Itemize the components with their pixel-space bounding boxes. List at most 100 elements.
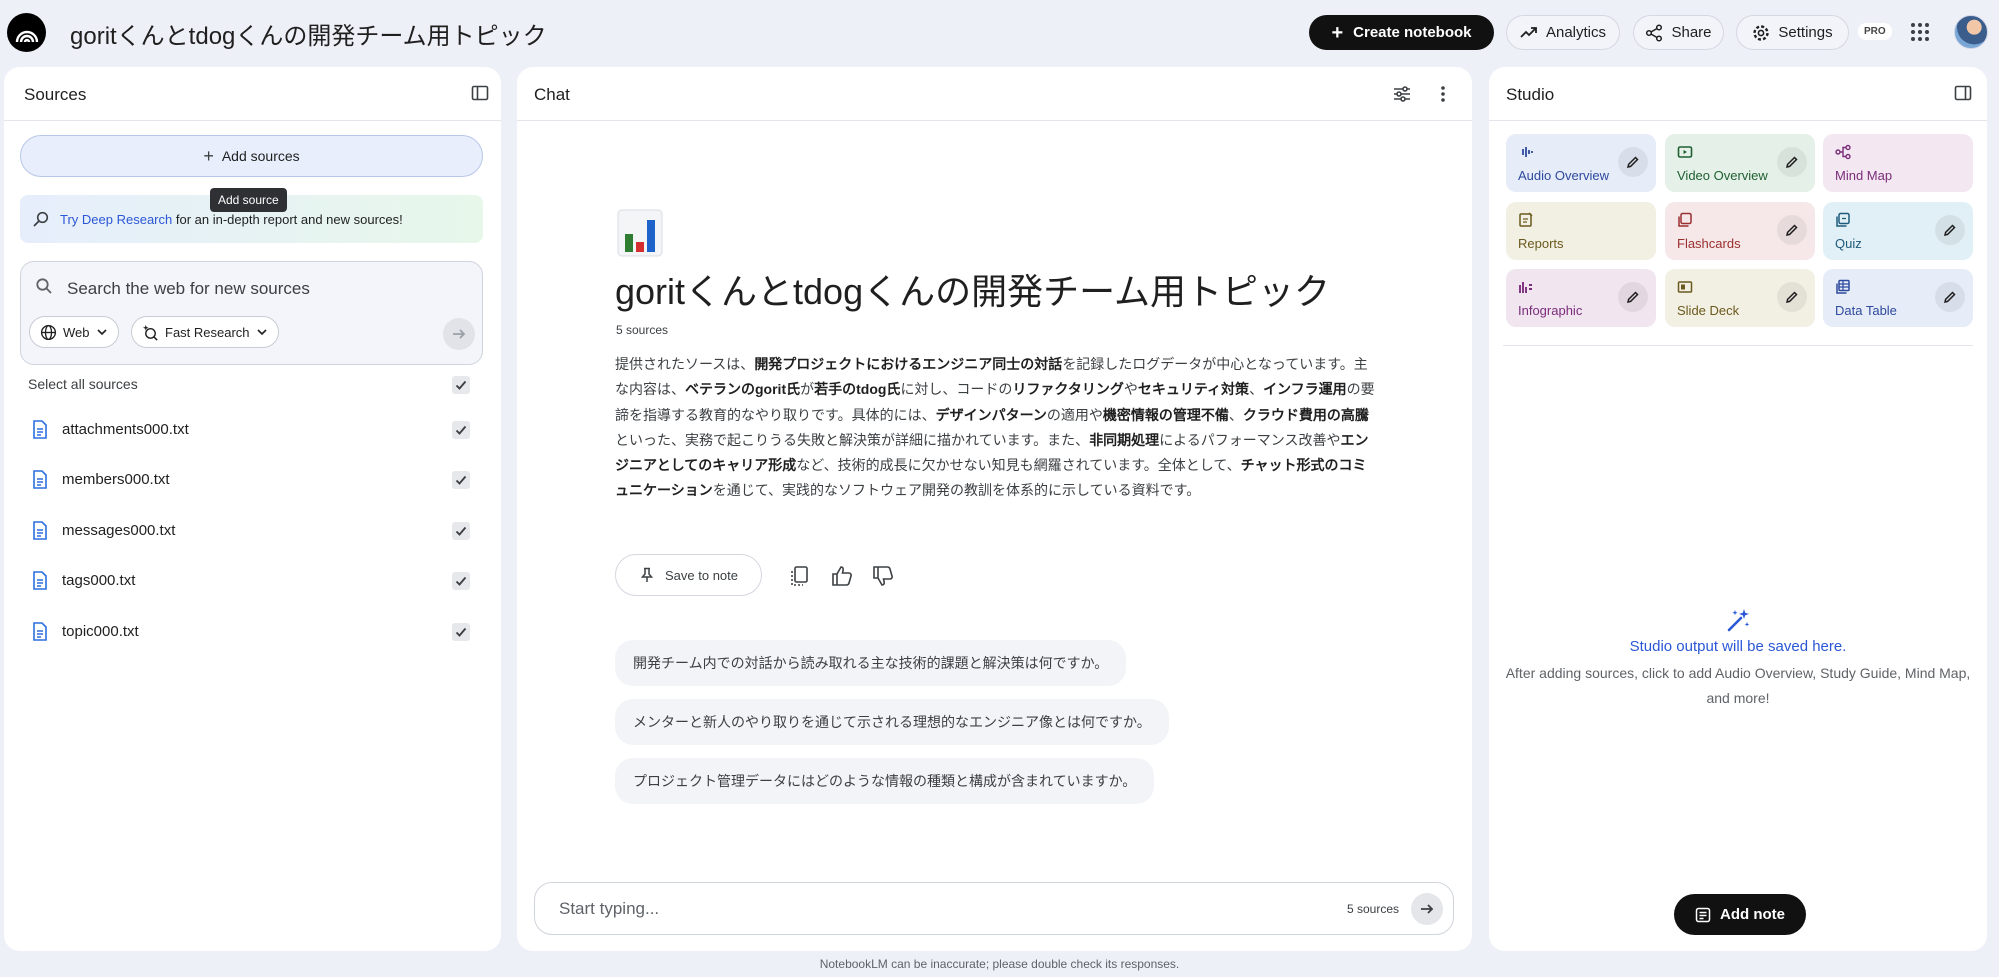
source-item[interactable]: messages000.txt [4, 511, 501, 551]
arrow-right-icon [1421, 904, 1434, 914]
edit-pencil-icon[interactable] [1618, 147, 1648, 177]
check-icon [455, 627, 467, 637]
edit-pencil-icon[interactable] [1777, 215, 1807, 245]
edit-pencil-icon[interactable] [1777, 282, 1807, 312]
source-checkbox[interactable] [452, 522, 470, 540]
video-icon [1677, 146, 1693, 158]
tile-data-table[interactable]: Data Table [1823, 269, 1973, 327]
studio-title: Studio [1506, 85, 1555, 104]
copy-icon[interactable] [788, 564, 812, 588]
notebook-title[interactable]: goritくんとtdogくんの開発チーム用トピック [70, 16, 547, 51]
magic-wand-icon [1727, 609, 1750, 632]
check-icon [455, 576, 467, 586]
infographic-icon [1519, 282, 1532, 293]
add-source-tooltip: Add source [210, 188, 287, 212]
thumbs-down-icon[interactable] [871, 564, 895, 588]
notebook-summary: 提供されたソースは、開発プロジェクトにおけるエンジニア同士の対話を記録したログデ… [615, 356, 1375, 499]
tile-reports[interactable]: Reports [1506, 202, 1656, 260]
source-checkbox[interactable] [452, 421, 470, 439]
reports-icon [1519, 212, 1533, 227]
collapse-panel-icon[interactable] [471, 84, 491, 104]
suggested-question[interactable]: 開発チーム内での対話から読み取れる主な技術的課題と解決策は何ですか。 [615, 640, 1127, 686]
more-vert-icon[interactable] [1433, 84, 1453, 104]
studio-header: Studio [1489, 67, 1987, 121]
select-all-checkbox[interactable] [452, 376, 470, 394]
tile-infographic[interactable]: Infographic [1506, 269, 1656, 327]
arrow-right-icon [453, 329, 466, 339]
tile-audio-overview[interactable]: Audio Overview [1506, 134, 1656, 192]
composer-source-count: 5 sources [1347, 902, 1400, 916]
studio-divider [1503, 345, 1973, 346]
settings-button[interactable]: Settings [1736, 15, 1849, 50]
save-to-note-button[interactable]: Save to note [615, 554, 762, 596]
source-item[interactable]: topic000.txt [4, 612, 501, 652]
audio-wave-icon [1522, 147, 1533, 157]
avatar[interactable] [1954, 15, 1988, 49]
mind-map-icon [1835, 144, 1851, 160]
document-icon [33, 571, 47, 590]
check-icon [455, 475, 467, 485]
apps-grid-icon[interactable] [1910, 22, 1930, 42]
add-note-button[interactable]: Add note [1674, 894, 1806, 935]
gear-icon [1753, 24, 1770, 41]
document-icon [33, 622, 47, 641]
sparkle-search-icon [142, 324, 158, 341]
search-input[interactable] [67, 276, 447, 302]
tile-video-overview[interactable]: Video Overview [1665, 134, 1815, 192]
source-checkbox[interactable] [452, 623, 470, 641]
document-icon [33, 420, 47, 439]
collapse-panel-icon[interactable] [1954, 84, 1974, 104]
source-checkbox[interactable] [452, 471, 470, 489]
create-notebook-button[interactable]: + Create notebook [1309, 15, 1494, 50]
edit-pencil-icon[interactable] [1935, 215, 1965, 245]
source-item[interactable]: tags000.txt [4, 561, 501, 601]
tile-slide-deck[interactable]: Slide Deck [1665, 269, 1815, 327]
search-submit-button[interactable] [443, 318, 475, 350]
chat-panel: Chat goritくんとtdogくんの開発チーム用トピック 5 sources… [517, 67, 1472, 951]
document-icon [33, 521, 47, 540]
suggested-question[interactable]: メンターと新人のやり取りを通じて示される理想的なエンジニア像とは何ですか。 [615, 699, 1169, 745]
add-sources-button[interactable]: + Add sources [20, 135, 483, 177]
chat-input[interactable] [559, 897, 1259, 921]
web-source-dropdown[interactable]: Web [29, 316, 119, 348]
studio-empty-description: After adding sources, click to add Audio… [1505, 665, 1971, 706]
source-name: members000.txt [62, 471, 170, 488]
notebooklm-logo-icon[interactable] [7, 13, 46, 52]
tune-icon[interactable] [1392, 84, 1412, 104]
research-mode-dropdown[interactable]: Fast Research [131, 316, 279, 348]
source-checkbox[interactable] [452, 572, 470, 590]
chat-header: Chat [517, 67, 1472, 121]
chat-composer: 5 sources [534, 882, 1454, 935]
pro-badge: PRO [1858, 23, 1892, 40]
check-icon [455, 380, 467, 390]
tile-quiz[interactable]: Quiz [1823, 202, 1973, 260]
search-icon [36, 278, 52, 294]
tile-mind-map[interactable]: Mind Map [1823, 134, 1973, 192]
check-icon [455, 425, 467, 435]
source-item[interactable]: members000.txt [4, 460, 501, 500]
plus-icon: + [203, 146, 214, 166]
edit-pencil-icon[interactable] [1777, 147, 1807, 177]
flashcards-icon [1678, 212, 1692, 227]
select-all-label: Select all sources [28, 376, 138, 392]
chevron-down-icon [96, 329, 107, 336]
thumbs-up-icon[interactable] [830, 564, 854, 588]
tile-flashcards[interactable]: Flashcards [1665, 202, 1815, 260]
edit-pencil-icon[interactable] [1935, 282, 1965, 312]
share-icon [1646, 23, 1663, 42]
data-table-icon [1836, 279, 1850, 294]
globe-icon [40, 324, 57, 340]
deep-research-link[interactable]: Try Deep Research [60, 212, 172, 227]
source-item[interactable]: attachments000.txt [4, 410, 501, 450]
analytics-button[interactable]: Analytics [1506, 15, 1620, 50]
web-search-box: Web Fast Research [20, 261, 483, 365]
trending-up-icon [1520, 26, 1537, 38]
edit-pencil-icon[interactable] [1618, 282, 1648, 312]
plus-icon: + [1331, 21, 1344, 44]
send-button[interactable] [1411, 893, 1443, 925]
suggested-question[interactable]: プロジェクト管理データにはどのような情報の種類と構成が含まれていますか。 [615, 758, 1155, 804]
sources-panel: Sources + Add sources Try Deep Research … [4, 67, 501, 951]
studio-empty-title: Studio output will be saved here. [1629, 638, 1847, 655]
share-button[interactable]: Share [1633, 15, 1724, 50]
document-icon [33, 470, 47, 489]
